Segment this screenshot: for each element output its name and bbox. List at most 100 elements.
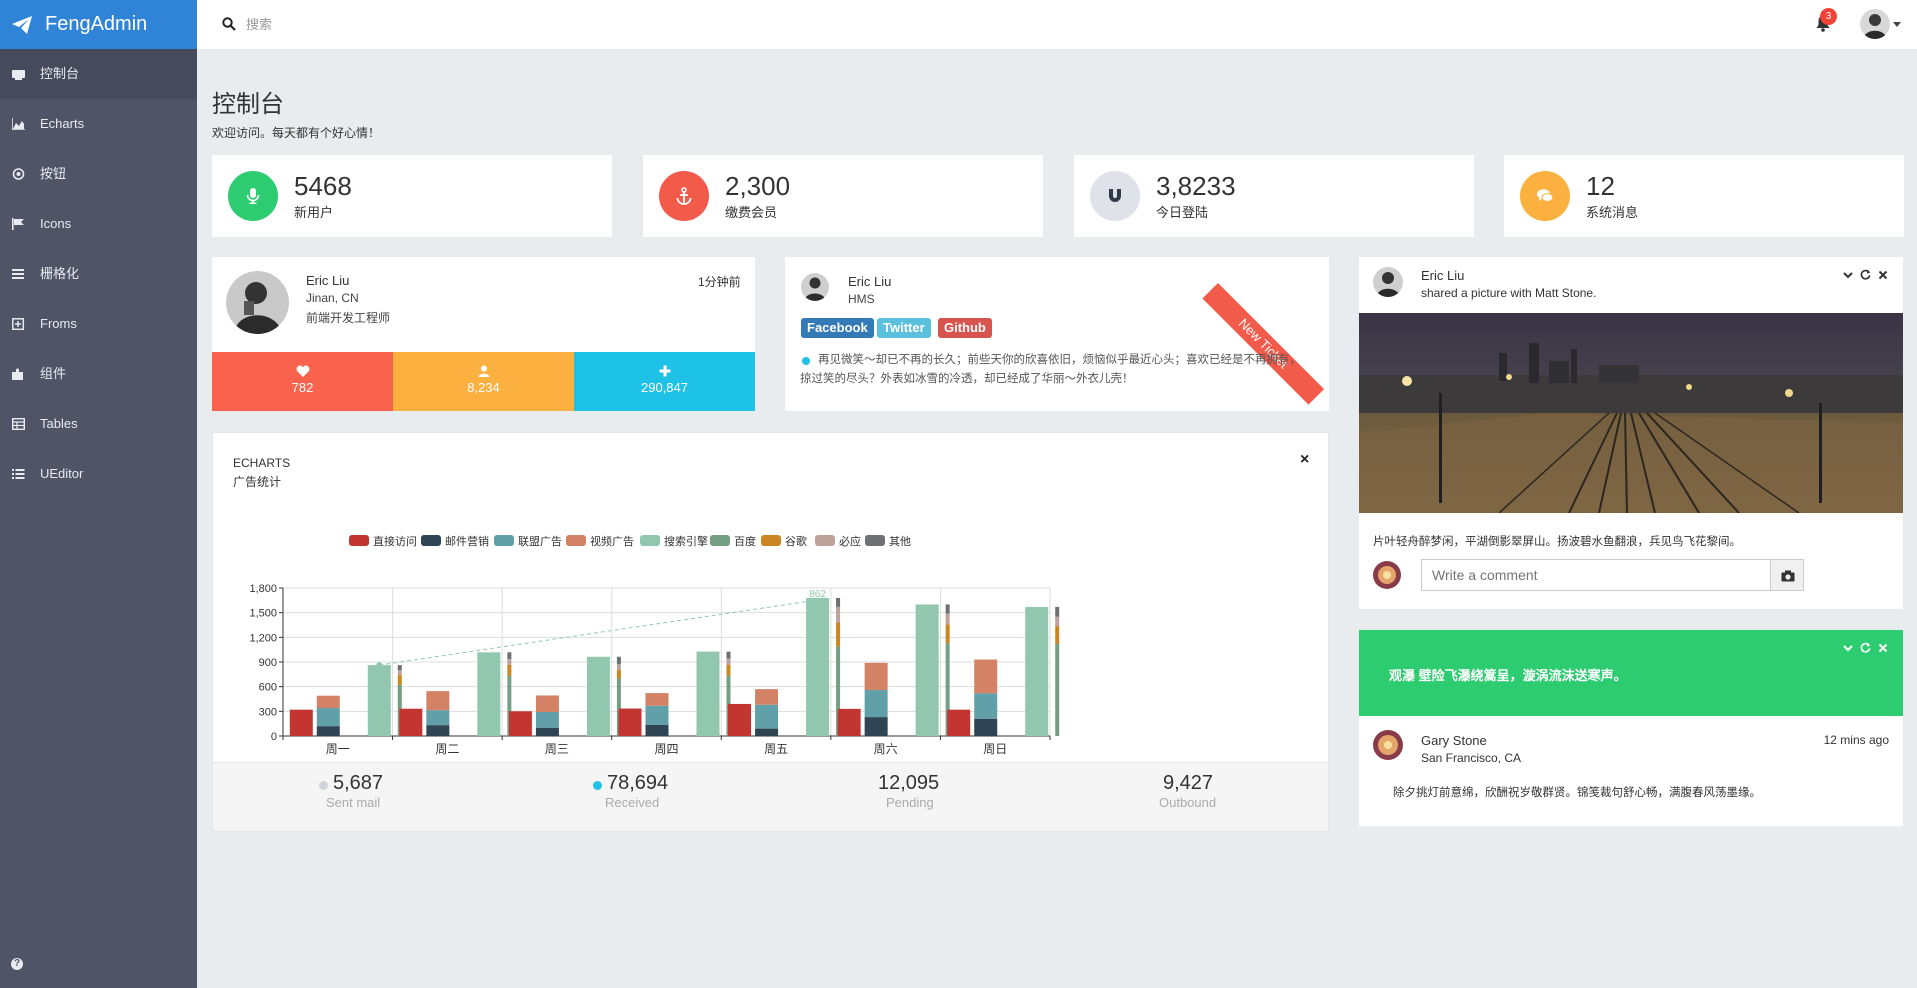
bar-邮件营销[interactable] bbox=[755, 728, 779, 736]
bar-联盟广告[interactable] bbox=[426, 710, 450, 726]
search-icon[interactable] bbox=[222, 17, 236, 31]
bar-直接访问[interactable] bbox=[289, 709, 313, 736]
sidebar-item-2[interactable]: 按钮 bbox=[0, 149, 197, 199]
bar-搜索引擎[interactable] bbox=[477, 652, 501, 736]
legend-label[interactable]: 百度 bbox=[734, 534, 756, 548]
bar-其他[interactable] bbox=[1055, 606, 1060, 617]
bar-搜索引擎[interactable] bbox=[915, 604, 939, 736]
twitter-tag[interactable]: Twitter bbox=[877, 318, 931, 338]
bar-必应[interactable] bbox=[836, 606, 841, 623]
bar-必应[interactable] bbox=[1055, 616, 1060, 626]
bar-必应[interactable] bbox=[397, 670, 402, 676]
user-avatar[interactable] bbox=[1860, 9, 1890, 39]
legend-swatch[interactable] bbox=[640, 535, 660, 546]
bar-邮件营销[interactable] bbox=[645, 724, 669, 736]
bar-必应[interactable] bbox=[507, 659, 512, 665]
legend-label[interactable]: 邮件营销 bbox=[445, 534, 489, 548]
followers-stat[interactable]: 8,234 bbox=[393, 352, 574, 411]
gary-avatar[interactable] bbox=[1373, 730, 1403, 760]
profile-name[interactable]: Eric Liu bbox=[306, 273, 349, 288]
bar-视频广告[interactable] bbox=[974, 659, 998, 694]
bar-邮件营销[interactable] bbox=[864, 717, 888, 736]
bar-联盟广告[interactable] bbox=[755, 704, 779, 729]
legend-swatch[interactable] bbox=[566, 535, 586, 546]
legend-swatch[interactable] bbox=[761, 535, 781, 546]
likes-stat[interactable]: 782 bbox=[212, 352, 393, 411]
legend-swatch[interactable] bbox=[815, 535, 835, 546]
facebook-tag[interactable]: Facebook bbox=[801, 318, 874, 338]
bar-谷歌[interactable] bbox=[836, 622, 841, 647]
github-tag[interactable]: Github bbox=[938, 318, 992, 338]
legend-label[interactable]: 联盟广告 bbox=[518, 535, 562, 548]
sidebar-item-5[interactable]: Froms bbox=[0, 299, 197, 349]
bar-邮件营销[interactable] bbox=[535, 727, 559, 736]
legend-label[interactable]: 视频广告 bbox=[590, 534, 634, 548]
bar-联盟广告[interactable] bbox=[974, 693, 998, 719]
bar-联盟广告[interactable] bbox=[645, 705, 669, 725]
close-icon[interactable] bbox=[1878, 270, 1888, 280]
camera-button[interactable] bbox=[1770, 559, 1804, 591]
bar-直接访问[interactable] bbox=[508, 711, 532, 736]
refresh-icon[interactable] bbox=[1860, 642, 1871, 653]
comment-input[interactable] bbox=[1421, 559, 1771, 591]
sidebar-item-8[interactable]: UEditor bbox=[0, 449, 197, 499]
bar-其他[interactable] bbox=[726, 651, 731, 659]
sidebar-item-7[interactable]: Tables bbox=[0, 399, 197, 449]
sidebar-item-1[interactable]: Echarts bbox=[0, 99, 197, 149]
photo-post-author[interactable]: Eric Liu bbox=[1421, 268, 1464, 283]
bar-视频广告[interactable] bbox=[316, 695, 340, 709]
bar-视频广告[interactable] bbox=[426, 691, 450, 711]
bar-其他[interactable] bbox=[397, 665, 402, 671]
legend-label[interactable]: 谷歌 bbox=[785, 534, 807, 548]
bar-谷歌[interactable] bbox=[726, 664, 731, 676]
bar-联盟广告[interactable] bbox=[316, 708, 340, 727]
legend-label[interactable]: 搜索引擎 bbox=[664, 534, 708, 548]
legend-swatch[interactable] bbox=[710, 535, 730, 546]
bar-搜索引擎[interactable] bbox=[367, 665, 391, 736]
bar-邮件营销[interactable] bbox=[974, 718, 998, 736]
bar-搜索引擎[interactable] bbox=[806, 597, 830, 736]
bar-谷歌[interactable] bbox=[397, 675, 402, 686]
sidebar-item-0[interactable]: 控制台 bbox=[0, 49, 197, 99]
bar-百度[interactable] bbox=[1055, 643, 1060, 736]
bar-谷歌[interactable] bbox=[507, 664, 512, 676]
bar-搜索引擎[interactable] bbox=[1025, 606, 1049, 736]
caret-down-icon[interactable] bbox=[1893, 22, 1901, 27]
bar-联盟广告[interactable] bbox=[864, 689, 888, 718]
bar-其他[interactable] bbox=[945, 604, 950, 614]
bar-直接访问[interactable] bbox=[399, 708, 423, 736]
chevron-down-icon[interactable] bbox=[1843, 270, 1853, 280]
bar-视频广告[interactable] bbox=[864, 662, 888, 690]
question-icon[interactable]: ? bbox=[11, 958, 23, 970]
legend-swatch[interactable] bbox=[865, 535, 885, 546]
bar-其他[interactable] bbox=[836, 597, 841, 607]
bar-必应[interactable] bbox=[616, 664, 621, 671]
railway-photo[interactable] bbox=[1359, 313, 1903, 513]
bar-谷歌[interactable] bbox=[1055, 625, 1060, 644]
bar-谷歌[interactable] bbox=[616, 670, 621, 679]
bar-搜索引擎[interactable] bbox=[696, 651, 720, 736]
bar-必应[interactable] bbox=[726, 658, 731, 665]
points-stat[interactable]: 290,847 bbox=[574, 352, 755, 411]
bar-直接访问[interactable] bbox=[618, 708, 642, 736]
legend-swatch[interactable] bbox=[421, 535, 441, 546]
post-author[interactable]: Eric Liu bbox=[848, 274, 891, 289]
bar-联盟广告[interactable] bbox=[535, 711, 559, 728]
bar-必应[interactable] bbox=[945, 613, 950, 625]
bar-邮件营销[interactable] bbox=[426, 725, 450, 736]
refresh-icon[interactable] bbox=[1860, 269, 1871, 280]
bar-视频广告[interactable] bbox=[535, 695, 559, 712]
brand-logo[interactable]: FengAdmin bbox=[0, 0, 197, 49]
bar-直接访问[interactable] bbox=[837, 708, 861, 736]
gary-name[interactable]: Gary Stone bbox=[1421, 733, 1487, 748]
bar-视频广告[interactable] bbox=[755, 689, 779, 705]
legend-swatch[interactable] bbox=[494, 535, 514, 546]
bar-邮件营销[interactable] bbox=[316, 726, 340, 736]
bar-搜索引擎[interactable] bbox=[586, 656, 610, 736]
bar-视频广告[interactable] bbox=[645, 693, 669, 706]
legend-swatch[interactable] bbox=[349, 535, 369, 546]
sidebar-item-6[interactable]: 组件 bbox=[0, 349, 197, 399]
profile-avatar[interactable] bbox=[226, 271, 289, 334]
bar-直接访问[interactable] bbox=[728, 703, 752, 736]
chevron-down-icon[interactable] bbox=[1843, 643, 1853, 653]
